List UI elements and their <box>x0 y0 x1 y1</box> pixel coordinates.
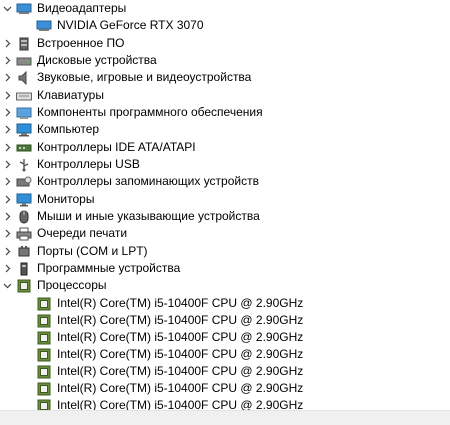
tree-category-processors[interactable]: Процессоры <box>0 277 450 294</box>
processor-icon <box>36 381 52 397</box>
mouse-icon <box>16 209 32 225</box>
tree-category-label: Контроллеры USB <box>37 157 140 171</box>
tree-category-label: Компьютер <box>37 122 100 136</box>
tree-device-cpu[interactable]: Intel(R) Core(TM) i5-10400F CPU @ 2.90GH… <box>0 363 450 380</box>
tree-category-mice[interactable]: Мыши и иные указывающие устройства <box>0 208 450 225</box>
usb-icon <box>16 157 32 173</box>
processor-icon <box>36 347 52 363</box>
tree-category-print-queues[interactable]: Очереди печати <box>0 225 450 242</box>
tree-device-label: Intel(R) Core(TM) i5-10400F CPU @ 2.90GH… <box>57 330 304 344</box>
chevron-right-icon[interactable] <box>2 87 12 104</box>
tree-category-storage-controllers[interactable]: Контроллеры запоминающих устройств <box>0 173 450 190</box>
tree-category-label: Звуковые, игровые и видеоустройства <box>37 70 252 84</box>
tree-category-label: Очереди печати <box>37 226 128 240</box>
display-adapter-icon <box>16 1 32 17</box>
monitor-icon <box>16 192 32 208</box>
processor-icon <box>36 296 52 312</box>
tree-device-label: Intel(R) Core(TM) i5-10400F CPU @ 2.90GH… <box>57 381 304 395</box>
tree-category-computer[interactable]: Компьютер <box>0 121 450 138</box>
tree-category-label: Мониторы <box>37 192 95 206</box>
tree-category-display-adapters[interactable]: Видеоадаптеры <box>0 0 450 17</box>
speaker-icon <box>16 70 32 86</box>
tree-category-usb-controllers[interactable]: Контроллеры USB <box>0 156 450 173</box>
computer-icon <box>16 122 32 138</box>
chevron-right-icon[interactable] <box>2 260 12 277</box>
tree-category-software-components[interactable]: Компоненты программного обеспечения <box>0 104 450 121</box>
keyboard-icon <box>16 88 32 104</box>
tree-category-label: Встроенное ПО <box>37 36 125 50</box>
tree-category-ports[interactable]: Порты (COM и LPT) <box>0 243 450 260</box>
tree-device-cpu[interactable]: Intel(R) Core(TM) i5-10400F CPU @ 2.90GH… <box>0 312 450 329</box>
display-adapter-icon <box>36 18 52 34</box>
processor-icon <box>36 313 52 329</box>
tree-category-label: Контроллеры IDE ATA/ATAPI <box>37 140 196 154</box>
tree-device-cpu[interactable]: Intel(R) Core(TM) i5-10400F CPU @ 2.90GH… <box>0 380 450 397</box>
chevron-right-icon[interactable] <box>2 139 12 156</box>
tree-category-monitors[interactable]: Мониторы <box>0 191 450 208</box>
tree-category-label: Процессоры <box>37 278 107 292</box>
tree-device-cpu[interactable]: Intel(R) Core(TM) i5-10400F CPU @ 2.90GH… <box>0 295 450 312</box>
chevron-right-icon[interactable] <box>2 173 12 190</box>
chevron-down-icon[interactable] <box>2 277 12 294</box>
tree-device-label: Intel(R) Core(TM) i5-10400F CPU @ 2.90GH… <box>57 296 304 310</box>
chevron-right-icon[interactable] <box>2 52 12 69</box>
tree-device-gpu[interactable]: NVIDIA GeForce RTX 3070 <box>0 17 450 34</box>
tree-device-label: NVIDIA GeForce RTX 3070 <box>57 18 204 32</box>
tree-category-disk-drives[interactable]: Дисковые устройства <box>0 52 450 69</box>
firmware-icon <box>16 36 32 52</box>
tree-device-cpu[interactable]: Intel(R) Core(TM) i5-10400F CPU @ 2.90GH… <box>0 329 450 346</box>
tree-device-label: Intel(R) Core(TM) i5-10400F CPU @ 2.90GH… <box>57 364 304 378</box>
processor-icon <box>36 398 52 410</box>
chevron-right-icon[interactable] <box>2 69 12 86</box>
chevron-right-icon[interactable] <box>2 121 12 138</box>
tree-category-software-devices[interactable]: Программные устройства <box>0 260 450 277</box>
processor-icon <box>16 278 32 294</box>
tree-category-label: Видеоадаптеры <box>37 1 127 15</box>
tree-category-label: Мыши и иные указывающие устройства <box>37 209 260 223</box>
processor-icon <box>36 330 52 346</box>
chevron-right-icon[interactable] <box>2 243 12 260</box>
device-tree: Видеоадаптеры NVIDIA GeForce RTX 3070 Вс… <box>0 0 450 410</box>
chevron-right-icon[interactable] <box>2 35 12 52</box>
storage-controller-icon <box>16 174 32 190</box>
tree-category-keyboards[interactable]: Клавиатуры <box>0 87 450 104</box>
tree-device-label: Intel(R) Core(TM) i5-10400F CPU @ 2.90GH… <box>57 313 304 327</box>
tree-category-label: Программные устройства <box>37 261 181 275</box>
software-device-icon <box>16 261 32 277</box>
ide-controller-icon <box>16 140 32 156</box>
tree-category-label: Порты (COM и LPT) <box>37 244 148 258</box>
tree-category-label: Клавиатуры <box>37 88 104 102</box>
tree-device-cpu[interactable]: Intel(R) Core(TM) i5-10400F CPU @ 2.90GH… <box>0 346 450 363</box>
tree-device-label: Intel(R) Core(TM) i5-10400F CPU @ 2.90GH… <box>57 347 304 361</box>
tree-device-label: Intel(R) Core(TM) i5-10400F CPU @ 2.90GH… <box>57 398 304 410</box>
port-icon <box>16 244 32 260</box>
tree-category-label: Дисковые устройства <box>37 53 157 67</box>
chevron-right-icon[interactable] <box>2 156 12 173</box>
chevron-right-icon[interactable] <box>2 225 12 242</box>
tree-category-label: Контроллеры запоминающих устройств <box>37 174 259 188</box>
software-component-icon <box>16 105 32 121</box>
disk-drive-icon <box>16 53 32 69</box>
tree-category-label: Компоненты программного обеспечения <box>37 105 263 119</box>
chevron-down-icon[interactable] <box>2 0 12 17</box>
tree-category-sound[interactable]: Звуковые, игровые и видеоустройства <box>0 69 450 86</box>
chevron-right-icon[interactable] <box>2 191 12 208</box>
horizontal-scrollbar[interactable] <box>0 410 450 425</box>
tree-device-cpu[interactable]: Intel(R) Core(TM) i5-10400F CPU @ 2.90GH… <box>0 397 450 410</box>
tree-category-ide-controllers[interactable]: Контроллеры IDE ATA/ATAPI <box>0 139 450 156</box>
chevron-right-icon[interactable] <box>2 208 12 225</box>
printer-icon <box>16 226 32 242</box>
tree-category-firmware[interactable]: Встроенное ПО <box>0 35 450 52</box>
chevron-right-icon[interactable] <box>2 104 12 121</box>
processor-icon <box>36 364 52 380</box>
